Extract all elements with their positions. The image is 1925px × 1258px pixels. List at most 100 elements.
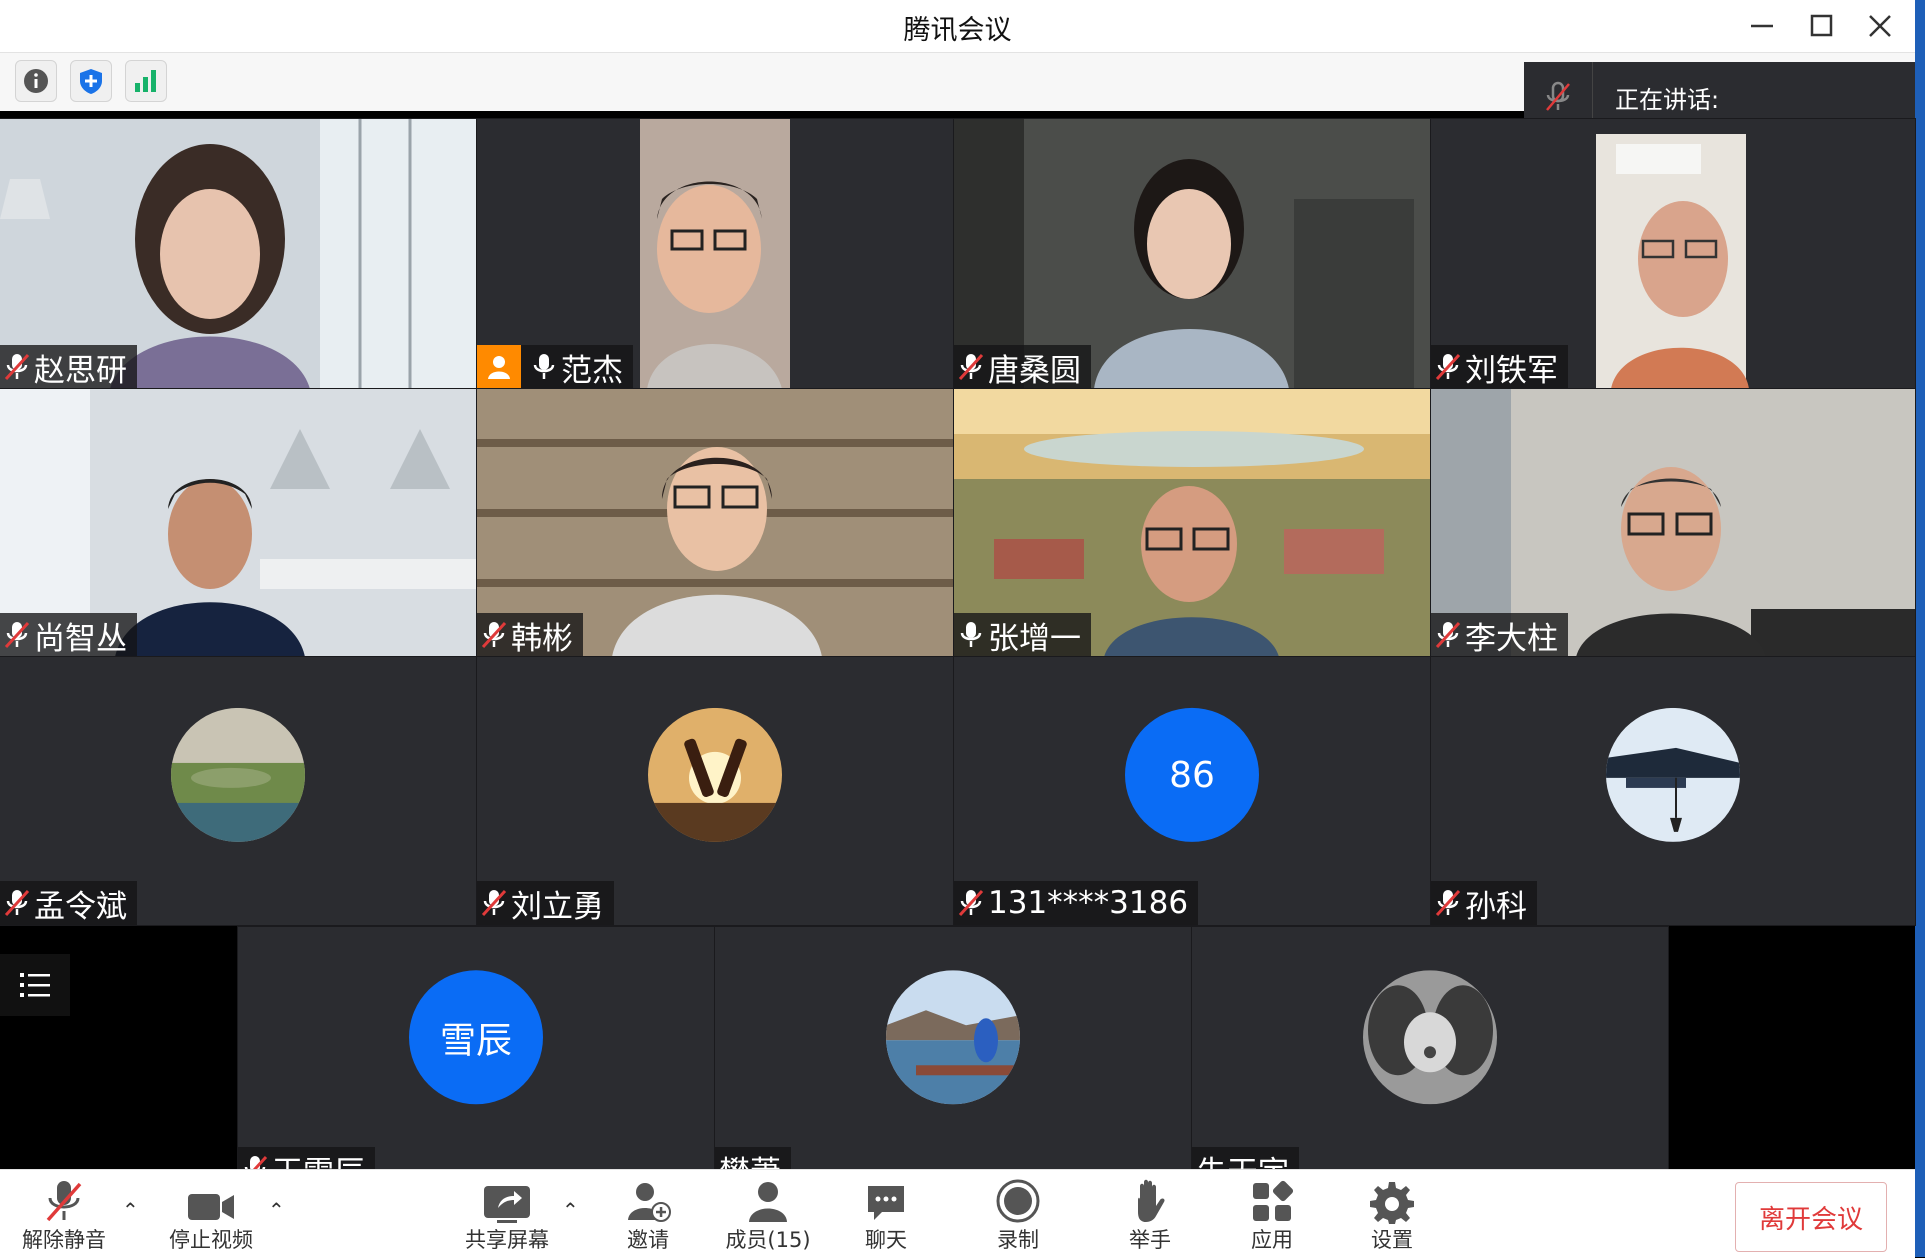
share-screen-icon xyxy=(484,1186,530,1223)
avatar xyxy=(886,970,1020,1105)
chat-button[interactable]: 聊天 xyxy=(860,1176,912,1256)
participant-tile[interactable]: 尚智丛 xyxy=(0,388,477,658)
video-camera-icon xyxy=(188,1194,234,1220)
members-icon xyxy=(749,1182,787,1222)
participant-tile[interactable]: 范杰 xyxy=(476,118,954,390)
participant-nametag: 刘立勇 xyxy=(477,881,614,925)
avatar xyxy=(1363,970,1497,1105)
security-button[interactable] xyxy=(70,60,112,102)
stop-video-button[interactable]: 停止视频 xyxy=(165,1176,257,1256)
raise-hand-label: 举手 xyxy=(1129,1228,1171,1252)
close-button[interactable] xyxy=(1858,6,1902,46)
participant-tile[interactable]: 张增一 xyxy=(953,388,1431,658)
chat-label: 聊天 xyxy=(865,1228,907,1252)
participant-list-toggle[interactable] xyxy=(0,954,70,1016)
meeting-controls-bar: 解除静音 ⌃ 停止视频 ⌃ 共享屏幕 ⌃ 邀请 成员(15) 聊天 录制 举手 … xyxy=(0,1169,1915,1258)
microphone-icon xyxy=(960,622,982,647)
record-label: 录制 xyxy=(997,1228,1039,1252)
participant-tile[interactable]: 朱天宇 xyxy=(1191,926,1669,1170)
raise-hand-icon xyxy=(1138,1179,1165,1222)
signal-bars-icon xyxy=(135,70,156,92)
video-options-chevron-up-icon[interactable]: ⌃ xyxy=(268,1198,285,1222)
participant-nametag: 韩彬 xyxy=(477,613,583,657)
minimize-button[interactable] xyxy=(1740,6,1784,46)
speaking-label: 正在讲话: xyxy=(1615,85,1720,114)
unmute-button[interactable]: 解除静音 xyxy=(18,1176,110,1256)
title-bar: 腾讯会议 xyxy=(0,0,1915,53)
participant-nametag: 赵思研 xyxy=(0,345,137,389)
network-signal-button[interactable] xyxy=(125,60,167,102)
microphone-icon xyxy=(533,354,555,379)
participant-nametag: 李大柱 xyxy=(1431,613,1568,657)
muted-mic-icon xyxy=(958,353,984,381)
participant-nametag: 范杰 xyxy=(477,345,633,389)
unmute-label: 解除静音 xyxy=(22,1228,106,1252)
shield-icon xyxy=(80,69,102,94)
avatar xyxy=(1606,707,1740,842)
participant-name: 赵思研 xyxy=(34,352,127,389)
participant-tile[interactable]: 孟令斌 xyxy=(0,656,477,926)
leave-meeting-button[interactable]: 离开会议 xyxy=(1735,1182,1887,1252)
participant-tile[interactable]: 孙科 xyxy=(1430,656,1916,926)
share-screen-label: 共享屏幕 xyxy=(465,1228,549,1252)
window-title: 腾讯会议 xyxy=(903,15,1012,46)
apps-icon xyxy=(1253,1180,1294,1221)
chat-icon xyxy=(868,1186,904,1220)
participant-tile[interactable]: 86 131****3186 xyxy=(953,656,1431,926)
muted-mic-icon xyxy=(4,353,30,381)
participant-tile[interactable]: 赵思研 xyxy=(0,118,477,390)
invite-button[interactable]: 邀请 xyxy=(618,1176,678,1256)
participant-tile[interactable]: 刘立勇 xyxy=(476,656,954,926)
participant-name: 王雪辰 xyxy=(272,1147,365,1170)
participant-tile[interactable]: 雪辰 王雪辰 xyxy=(237,926,715,1170)
participant-nametag: 樊萧 xyxy=(715,1147,791,1169)
participant-nametag: 朱天宇 xyxy=(1192,1147,1299,1169)
participant-name: 朱天宇 xyxy=(1196,1147,1289,1170)
participant-nametag: 唐桑圆 xyxy=(954,345,1091,389)
participant-nametag: 131****3186 xyxy=(954,881,1199,925)
participant-nametag: 王雪辰 xyxy=(238,1147,375,1169)
stop-video-label: 停止视频 xyxy=(169,1228,253,1252)
host-badge xyxy=(477,345,521,389)
members-button[interactable]: 成员(15) xyxy=(722,1176,814,1256)
gear-icon xyxy=(1370,1182,1414,1224)
avatar: 86 xyxy=(1125,707,1259,842)
participant-name: 范杰 xyxy=(561,352,623,389)
muted-mic-icon xyxy=(1435,353,1461,381)
share-options-chevron-up-icon[interactable]: ⌃ xyxy=(562,1198,579,1222)
participant-tile[interactable]: 李大柱 xyxy=(1430,388,1916,658)
participant-tile[interactable]: 韩彬 xyxy=(476,388,954,658)
maximize-icon xyxy=(1810,14,1833,37)
maximize-button[interactable] xyxy=(1800,6,1844,46)
muted-mic-icon xyxy=(481,621,507,649)
participant-name: 韩彬 xyxy=(511,620,573,657)
record-icon xyxy=(996,1179,1040,1223)
muted-mic-icon xyxy=(481,889,507,917)
share-screen-button[interactable]: 共享屏幕 xyxy=(460,1176,554,1256)
desktop-edge xyxy=(1915,0,1925,1257)
participant-nametag: 孙科 xyxy=(1431,881,1537,925)
participant-name: 131****3186 xyxy=(988,885,1189,921)
person-icon xyxy=(488,356,510,379)
participant-name: 张增一 xyxy=(988,620,1081,657)
info-button[interactable] xyxy=(15,60,57,102)
members-label: 成员(15) xyxy=(725,1228,811,1252)
invite-label: 邀请 xyxy=(627,1228,669,1252)
avatar: 雪辰 xyxy=(409,970,543,1105)
participant-tile[interactable]: 刘铁军 xyxy=(1430,118,1916,390)
muted-mic-icon xyxy=(244,1155,268,1169)
video-grid: 赵思研 范杰 唐桑圆 刘铁军 尚智丛 韩彬 张增一 李大柱 孟令斌 刘立勇 86… xyxy=(0,118,1916,1170)
audio-options-chevron-up-icon[interactable]: ⌃ xyxy=(122,1198,139,1222)
muted-mic-icon xyxy=(1435,889,1461,917)
participant-name: 孟令斌 xyxy=(34,888,127,925)
participant-name: 樊萧 xyxy=(719,1147,781,1170)
settings-button[interactable]: 设置 xyxy=(1366,1176,1418,1256)
invite-user-icon xyxy=(628,1183,671,1222)
participant-name: 李大柱 xyxy=(1465,620,1558,657)
apps-button[interactable]: 应用 xyxy=(1246,1176,1298,1256)
avatar xyxy=(171,707,305,842)
participant-tile[interactable]: 唐桑圆 xyxy=(953,118,1431,390)
participant-tile[interactable]: 樊萧 xyxy=(714,926,1192,1170)
record-button[interactable]: 录制 xyxy=(992,1176,1044,1256)
raise-hand-button[interactable]: 举手 xyxy=(1124,1176,1176,1256)
